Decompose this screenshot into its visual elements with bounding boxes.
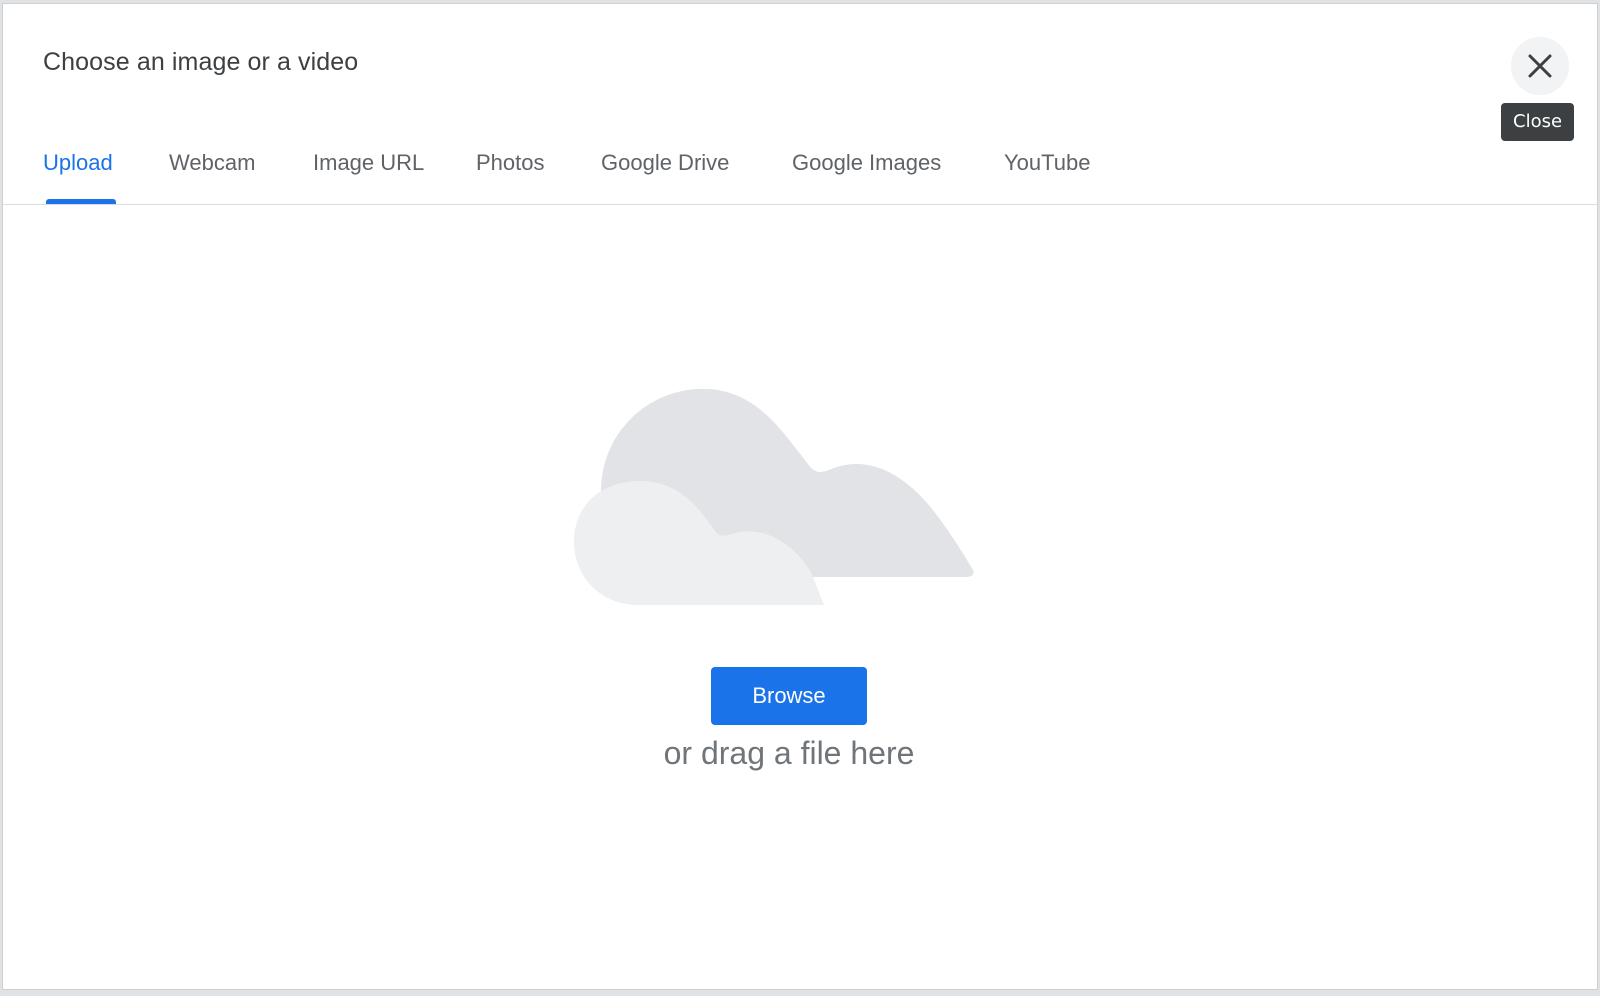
active-tab-indicator <box>46 199 116 204</box>
close-button[interactable] <box>1511 37 1569 95</box>
drag-drop-hint: or drag a file here <box>663 735 915 771</box>
tab-google-drive[interactable]: Google Drive <box>601 150 729 176</box>
tab-upload[interactable]: Upload <box>43 150 113 176</box>
tab-webcam[interactable]: Webcam <box>169 150 255 176</box>
dialog-title: Choose an image or a video <box>43 48 359 76</box>
tab-google-images[interactable]: Google Images <box>792 150 941 176</box>
tab-image-url[interactable]: Image URL <box>313 150 424 176</box>
upload-dialog: Choose an image or a video Close Upload … <box>2 3 1599 990</box>
cloud-upload-illustration <box>574 388 974 605</box>
tab-photos[interactable]: Photos <box>476 150 545 176</box>
tab-bar: Upload Webcam Image URL Photos Google Dr… <box>3 129 1599 205</box>
browse-button[interactable]: Browse <box>711 667 867 725</box>
tab-youtube[interactable]: YouTube <box>1004 150 1090 176</box>
close-icon <box>1528 54 1552 78</box>
